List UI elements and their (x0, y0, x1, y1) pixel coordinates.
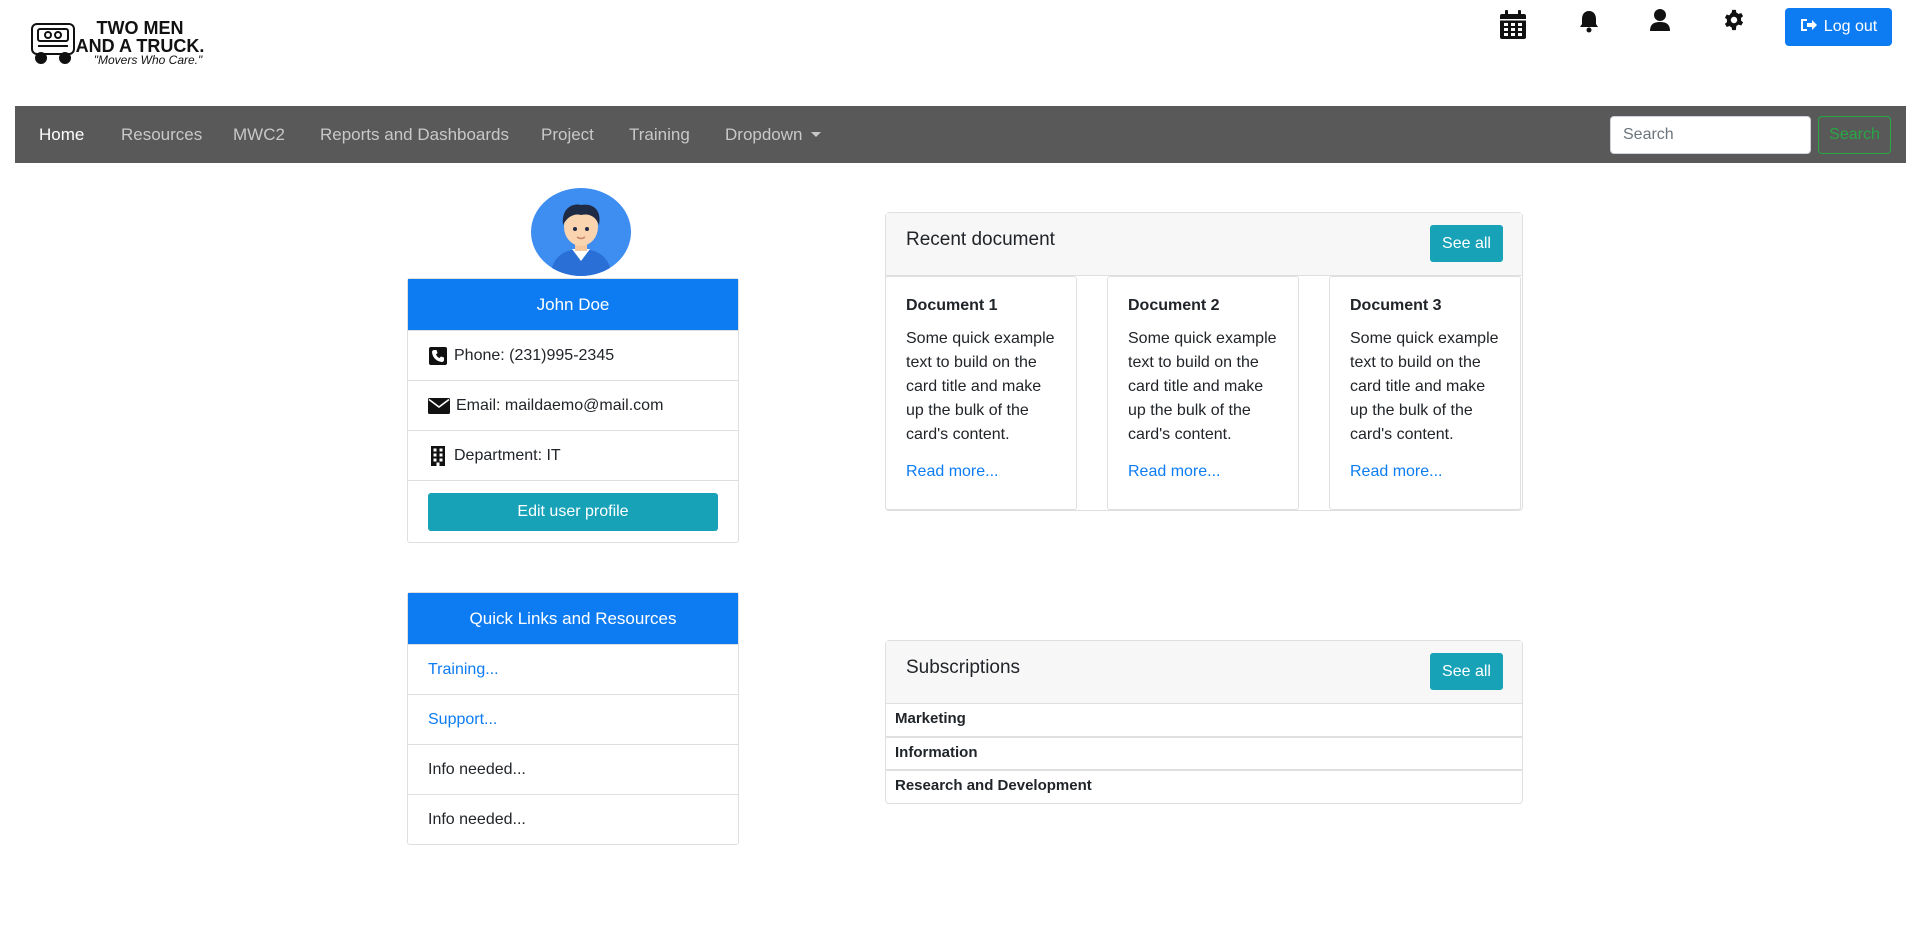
subscription-item[interactable]: Research and Development (886, 770, 1522, 803)
subscription-item[interactable]: Information (886, 737, 1522, 770)
recent-documents-header: Recent document See all (886, 213, 1522, 276)
quick-links-title: Quick Links and Resources (408, 593, 738, 644)
nav-training[interactable]: Training (629, 106, 690, 163)
document-card: Document 1 Some quick example text to bu… (885, 276, 1077, 510)
avatar (530, 187, 632, 277)
nav-resources[interactable]: Resources (121, 106, 202, 163)
logo-line1: TWO MEN (97, 18, 184, 38)
profile-department: Department: IT (454, 446, 561, 464)
documents-see-all-button[interactable]: See all (1430, 225, 1503, 262)
logout-icon (1800, 17, 1818, 38)
document-title: Document 2 (1128, 297, 1220, 314)
bell-icon[interactable] (1577, 8, 1601, 34)
document-card: Document 2 Some quick example text to bu… (1107, 276, 1299, 510)
profile-phone: Phone: (231)995-2345 (454, 346, 615, 364)
logout-button[interactable]: Log out (1785, 8, 1892, 46)
document-title: Document 3 (1350, 297, 1442, 314)
caret-down-icon (810, 132, 821, 137)
gear-icon[interactable] (1722, 8, 1746, 32)
subscriptions-header: Subscriptions See all (886, 641, 1522, 704)
read-more-link[interactable]: Read more... (906, 463, 1056, 481)
document-text: Some quick example text to build on the … (1350, 330, 1499, 443)
nav-dropdown-label: Dropdown (725, 125, 803, 144)
quick-link-info-1: Info needed... (408, 744, 738, 794)
edit-profile-button[interactable]: Edit user profile (428, 493, 718, 531)
profile-department-row: Department: IT (408, 430, 738, 480)
quick-link-training: Training... (408, 644, 738, 694)
quick-link-support: Support... (408, 694, 738, 744)
document-text: Some quick example text to build on the … (1128, 330, 1277, 443)
info-needed-text: Info needed... (428, 810, 526, 828)
document-title: Document 1 (906, 297, 998, 314)
document-card: Document 3 Some quick example text to bu… (1329, 276, 1521, 510)
subscriptions-panel: Subscriptions See all Marketing Informat… (885, 640, 1523, 804)
nav-reports-dashboards[interactable]: Reports and Dashboards (320, 106, 509, 163)
subscriptions-see-all-button[interactable]: See all (1430, 653, 1503, 690)
main-navbar: Home Resources MWC2 Reports and Dashboar… (15, 106, 1906, 163)
recent-documents-panel: Recent document See all Document 1 Some … (885, 212, 1523, 511)
nav-project[interactable]: Project (541, 106, 594, 163)
nav-home[interactable]: Home (39, 106, 84, 163)
calendar-icon[interactable] (1497, 8, 1529, 42)
profile-phone-row: Phone: (231)995-2345 (408, 330, 738, 380)
company-logo[interactable]: TWO MEN AND A TRUCK. "Movers Who Care." (30, 16, 216, 72)
user-icon[interactable] (1649, 8, 1671, 32)
document-text: Some quick example text to build on the … (906, 330, 1055, 443)
profile-card: John Doe Phone: (231)995-2345 Email: mai… (407, 278, 739, 543)
building-icon (428, 445, 448, 466)
search-input[interactable] (1610, 116, 1811, 154)
envelope-icon (428, 396, 450, 416)
profile-email: Email: maildaemo@mail.com (456, 396, 664, 414)
info-needed-text: Info needed... (428, 760, 526, 778)
profile-email-row: Email: maildaemo@mail.com (408, 380, 738, 430)
phone-icon (428, 346, 448, 366)
read-more-link[interactable]: Read more... (1128, 463, 1278, 481)
logout-label: Log out (1823, 18, 1878, 35)
subscription-item[interactable]: Marketing (886, 704, 1522, 737)
nav-mwc2[interactable]: MWC2 (233, 106, 285, 163)
search-button[interactable]: Search (1818, 116, 1891, 154)
training-link[interactable]: Training... (428, 661, 499, 679)
profile-name: John Doe (408, 279, 738, 330)
logo-tagline: "Movers Who Care." (94, 53, 203, 67)
recent-documents-title: Recent document (906, 229, 1055, 250)
truck-logo-icon (31, 23, 75, 64)
quick-links-card: Quick Links and Resources Training... Su… (407, 592, 739, 845)
quick-link-info-2: Info needed... (408, 794, 738, 844)
nav-dropdown[interactable]: Dropdown (725, 106, 821, 163)
support-link[interactable]: Support... (428, 711, 497, 729)
read-more-link[interactable]: Read more... (1350, 463, 1500, 481)
subscriptions-title: Subscriptions (906, 657, 1021, 678)
